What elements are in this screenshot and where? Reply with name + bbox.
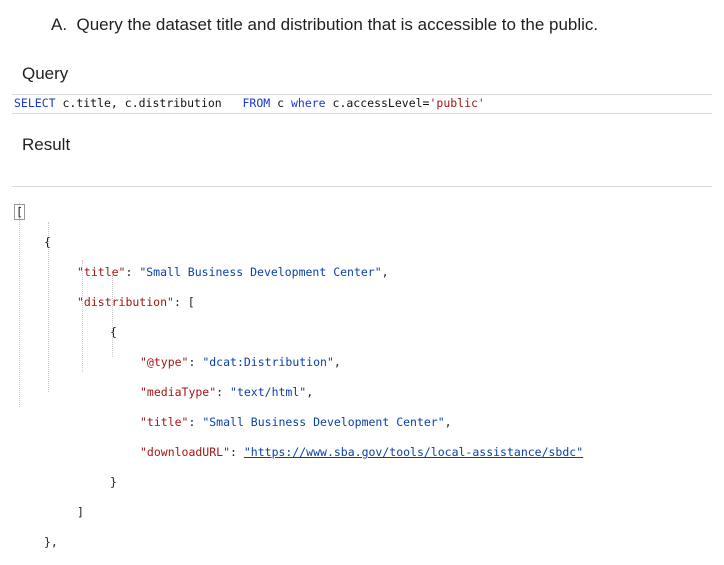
select-keyword: SELECT	[14, 96, 56, 110]
json-line: "@type": "dcat:Distribution",	[140, 355, 341, 369]
query-value: 'public'	[429, 96, 485, 110]
download-url-link[interactable]: "https://www.sba.gov/tools/local-assista…	[244, 445, 583, 459]
query-bottom-divider	[12, 113, 712, 114]
query-line[interactable]: SELECT c.title, c.distribution FROM c wh…	[14, 96, 485, 111]
query-label: Query	[22, 64, 69, 83]
json-line: },	[44, 535, 58, 549]
json-line: "mediaType": "text/html",	[140, 385, 314, 399]
query-condition: c.accessLevel=	[325, 96, 430, 110]
query-top-divider	[12, 94, 712, 95]
json-line: }	[110, 475, 117, 489]
json-line: "downloadURL": "https://www.sba.gov/tool…	[140, 445, 584, 459]
json-line: "title": "Small Business Development Cen…	[77, 265, 389, 279]
result-json[interactable]: [ { "title": "Small Business Development…	[14, 190, 583, 565]
json-line: {	[44, 235, 51, 249]
from-keyword: FROM	[242, 96, 271, 110]
json-line: ]	[77, 505, 84, 519]
where-keyword: where	[290, 96, 326, 110]
json-line: [	[14, 204, 25, 220]
query-fields: c.title, c.distribution	[55, 96, 222, 110]
query-alias: c	[270, 96, 291, 110]
json-line: {	[110, 325, 117, 339]
section-heading: A. Query the dataset title and distribut…	[51, 15, 599, 34]
json-line: "title": "Small Business Development Cen…	[140, 415, 452, 429]
json-line: "distribution": [	[77, 295, 195, 309]
result-label: Result	[22, 135, 71, 154]
result-top-divider	[12, 186, 712, 187]
